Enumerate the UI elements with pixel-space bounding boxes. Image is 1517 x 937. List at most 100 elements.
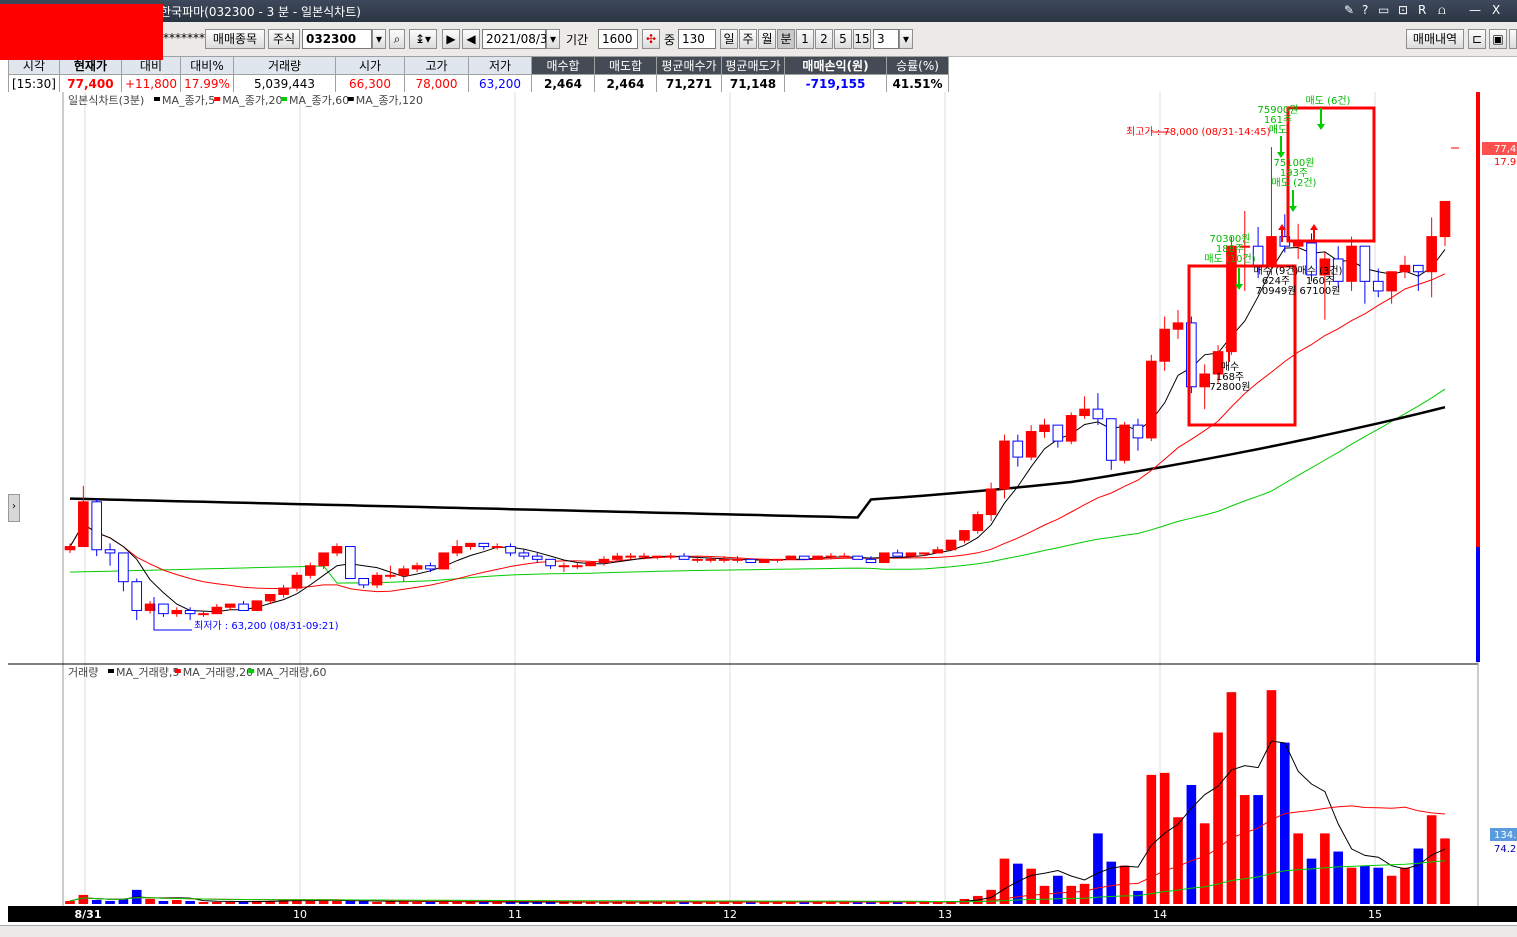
candle-body xyxy=(665,555,677,558)
volume-bar xyxy=(78,894,89,904)
candle-body xyxy=(1119,424,1130,461)
reset-button[interactable]: R xyxy=(1418,3,1426,17)
toolbar-more-icon[interactable] xyxy=(1509,29,1517,49)
instrument-type-button[interactable]: 주식 xyxy=(268,29,300,49)
pin-icon[interactable]: ✎ xyxy=(1344,3,1354,17)
code-dropdown-icon[interactable]: ▾ xyxy=(372,29,386,49)
open-folder-icon[interactable]: ⊏ xyxy=(1468,29,1486,49)
layout-icon[interactable]: ▭ xyxy=(1378,3,1389,17)
candle-body xyxy=(1079,408,1090,417)
trade-items-button[interactable]: 매매종목 xyxy=(205,29,265,49)
quote-avg-sell: 71,148 xyxy=(721,74,785,93)
password-field[interactable]: ******* xyxy=(163,31,205,45)
volume-bar xyxy=(185,900,195,904)
volume-bar xyxy=(1306,858,1317,904)
quote-win-rate: 41.51% xyxy=(886,74,949,93)
candle-body xyxy=(838,555,850,558)
close-small-icon[interactable]: ⩍ xyxy=(1438,3,1446,18)
volume-bar xyxy=(1079,883,1090,904)
interval-dropdown-icon[interactable]: ▾ xyxy=(899,29,913,49)
candle-body xyxy=(1052,424,1064,442)
bottom-scrollbar[interactable] xyxy=(0,925,1517,937)
candle-body xyxy=(1105,418,1117,461)
link-icon[interactable]: ⊡ xyxy=(1398,3,1408,17)
panel-toggle-button[interactable]: › xyxy=(8,494,20,522)
candle-body xyxy=(1025,431,1037,458)
candle-body xyxy=(385,574,396,577)
volume-bar xyxy=(198,901,209,904)
x-axis-label: 8/31 xyxy=(75,908,102,921)
trade-mark-label: 70949원 xyxy=(1255,285,1296,297)
volume-bar xyxy=(1346,867,1357,904)
volume-bar xyxy=(1413,848,1424,904)
candle-body xyxy=(1092,408,1104,420)
sort-icon[interactable]: ↨▾ xyxy=(409,29,437,49)
interval-2-button[interactable]: 2 xyxy=(815,29,833,49)
interval-custom-input[interactable]: 3 xyxy=(873,29,899,49)
candle-body xyxy=(905,552,917,557)
stock-code-input[interactable]: 032300 xyxy=(302,29,372,49)
candle-body xyxy=(718,558,730,561)
candle-body xyxy=(732,558,743,561)
volume-bar xyxy=(332,900,342,904)
change-pct-axis-label: 17.99 xyxy=(1494,157,1517,168)
trade-mark-label: 매도 xyxy=(1269,124,1287,136)
quote-table: 시각 현재가 대비 대비% 거래량 시가 고가 저가 매수합 매도합 평균매수가… xyxy=(8,56,949,93)
trade-mark-label: 매도 (6건) xyxy=(1306,95,1351,107)
candle-body xyxy=(531,555,543,560)
quote-header: 저가 xyxy=(468,56,532,75)
candle-body xyxy=(598,558,610,564)
search-icon[interactable]: ⌕ xyxy=(389,29,405,49)
candle-body xyxy=(812,555,823,560)
interval-day-button[interactable]: 일 xyxy=(720,29,738,49)
candle-body xyxy=(758,558,770,564)
play-icon[interactable]: ▶ xyxy=(442,29,460,49)
candle-body xyxy=(491,546,503,549)
x-axis-bar xyxy=(8,906,1517,922)
candle-body xyxy=(772,558,783,561)
interval-minute-button[interactable]: 분 xyxy=(777,29,795,49)
trade-mark-label: 67100원 xyxy=(1299,285,1340,297)
x-axis-label: 11 xyxy=(508,908,522,921)
chart-area[interactable]: 일본식차트(3분) MA_종가,5 MA_종가,20 MA_종가,60 MA_종가,1… xyxy=(8,92,1517,936)
candle-body xyxy=(158,603,169,615)
volume-bar xyxy=(1320,833,1330,904)
interval-month-button[interactable]: 월 xyxy=(758,29,776,49)
volume-bar xyxy=(1093,833,1103,904)
date-input[interactable]: 2021/08/31 xyxy=(482,29,555,49)
date-dropdown-icon[interactable]: ▾ xyxy=(546,29,560,49)
volume-bar xyxy=(345,900,356,904)
toolbar: ******* 매매종목 주식 032300 ▾ ⌕ ↨▾ ▶ ◀ 2021/0… xyxy=(0,22,1517,57)
candle-body xyxy=(184,609,196,615)
candle-body xyxy=(945,539,957,551)
quote-high: 78,000 xyxy=(404,74,469,93)
quote-header: 매매손익(원) xyxy=(784,56,887,75)
volume-bar xyxy=(1426,815,1437,904)
count-label: 중 xyxy=(664,33,676,47)
interval-week-button[interactable]: 주 xyxy=(739,29,757,49)
ma-legend-label: MA_종가,5 xyxy=(162,94,215,107)
save-icon[interactable]: ▣ xyxy=(1489,29,1507,49)
candle-body xyxy=(304,565,316,576)
ma-legend-label: MA_종가,20 xyxy=(222,94,282,107)
volume-ma-legend-swatch xyxy=(248,669,255,673)
volume-bar xyxy=(91,899,102,904)
count-input[interactable]: 130 xyxy=(678,29,716,49)
prev-icon[interactable]: ◀ xyxy=(462,29,480,49)
minimize-icon[interactable]: — xyxy=(1469,3,1481,17)
candle-body xyxy=(91,501,103,551)
trade-mark-label: 매도 (10건) xyxy=(1204,253,1255,265)
interval-15-button[interactable]: 15 xyxy=(853,29,871,49)
candle-body xyxy=(612,555,623,560)
interval-1-button[interactable]: 1 xyxy=(796,29,814,49)
crosshair-icon[interactable]: ✣ xyxy=(642,29,660,49)
ma-legend-swatch xyxy=(214,97,221,101)
period-input[interactable]: 1600 xyxy=(598,29,638,49)
interval-5-button[interactable]: 5 xyxy=(834,29,852,49)
trade-history-button[interactable]: 매매내역 xyxy=(1406,29,1464,49)
help-button[interactable]: ? xyxy=(1362,3,1368,17)
candlestick-chart[interactable]: 일본식차트(3분) MA_종가,5 MA_종가,20 MA_종가,60 MA_종가,1… xyxy=(8,92,1517,936)
quote-header: 매도합 xyxy=(594,56,657,75)
close-button[interactable]: X xyxy=(1492,3,1500,17)
x-axis-label: 14 xyxy=(1153,908,1167,921)
